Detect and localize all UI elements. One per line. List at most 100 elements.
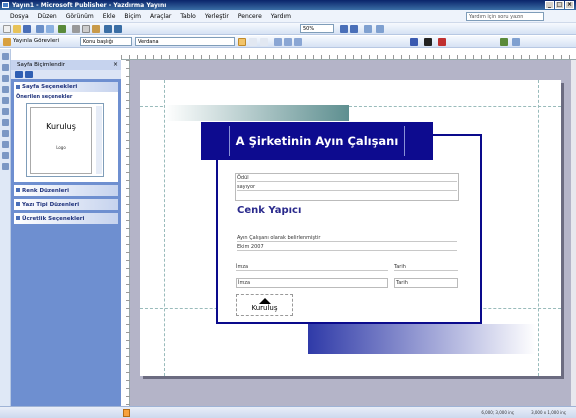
copy-icon[interactable] <box>82 25 90 33</box>
recommended-options-label: Önerilen seçenekler <box>16 94 73 100</box>
autoshapes-tool-icon[interactable] <box>1 152 9 159</box>
special-characters-icon[interactable] <box>364 25 372 33</box>
page-options-header[interactable]: Sayfa Seçenekleri <box>14 82 118 92</box>
zoom-select[interactable]: 50% <box>300 24 334 33</box>
menu-format[interactable]: Biçim <box>124 13 141 20</box>
forward-arrow-icon[interactable] <box>25 71 33 78</box>
line-color-icon[interactable] <box>424 38 432 46</box>
award-label: Ödül <box>237 175 457 182</box>
recipient-label: sayıyor <box>237 184 457 191</box>
gallery-scrollbar[interactable] <box>96 106 102 174</box>
font-schemes-section[interactable]: Yazı Tipi Düzenleri <box>14 199 118 210</box>
menu-table[interactable]: Tablo <box>180 13 196 20</box>
employee-name[interactable]: Cenk Yapıcı <box>237 205 301 216</box>
objects-toolbar <box>0 49 11 406</box>
spelling-icon[interactable] <box>58 25 66 33</box>
horizontal-ruler[interactable] <box>121 49 576 60</box>
vertical-ruler[interactable] <box>121 60 130 406</box>
background-options-section[interactable]: Ücretlik Seçenekleri <box>14 213 118 224</box>
publisher-app-icon <box>2 2 9 8</box>
certificate-title[interactable]: A Şirketinin Ayın Çalışanı <box>201 122 433 160</box>
back-arrow-icon[interactable] <box>15 71 23 78</box>
date-line-1[interactable]: Tarih <box>394 264 458 271</box>
thumbnail-gallery: Kuruluş Logo <box>26 103 104 177</box>
thumbnail-logo-text: Kuruluş <box>46 122 76 131</box>
pointer-tool-icon[interactable] <box>1 53 9 60</box>
menu-arrange[interactable]: Yerleştir <box>205 13 229 20</box>
vertical-scrollbar[interactable] <box>571 60 576 406</box>
task-panes-label[interactable]: Yayınla Görevleri <box>13 38 59 44</box>
menu-tools[interactable]: Araçlar <box>150 13 171 20</box>
save-icon[interactable] <box>23 25 31 33</box>
zoom-in-icon[interactable] <box>350 25 358 33</box>
design-gallery-icon[interactable] <box>1 163 9 170</box>
signature-line-1[interactable]: İmza <box>236 264 388 271</box>
bold-icon[interactable] <box>238 38 246 46</box>
company-logo[interactable]: Kuruluş <box>236 294 293 316</box>
wordart-tool-icon[interactable] <box>1 86 9 93</box>
menu-view[interactable]: Görünüm <box>66 13 94 20</box>
task-pane-close-button[interactable]: × <box>113 61 118 68</box>
task-pane-title[interactable]: Sayfa Biçimlendir <box>17 62 65 68</box>
align-right-icon[interactable] <box>294 38 302 46</box>
teal-accent-bar <box>165 105 349 121</box>
picture-tool-icon[interactable] <box>1 97 9 104</box>
oval-tool-icon[interactable] <box>1 130 9 137</box>
menu-insert[interactable]: Ekle <box>103 13 116 20</box>
rectangle-tool-icon[interactable] <box>1 141 9 148</box>
zoom-out-icon[interactable] <box>340 25 348 33</box>
menu-help[interactable]: Yardım <box>271 13 291 20</box>
company-logo-text: Kuruluş <box>251 304 278 312</box>
logo-thumbnail[interactable]: Kuruluş Logo <box>30 107 92 174</box>
3d-icon[interactable] <box>512 38 520 46</box>
minimize-button[interactable]: _ <box>545 1 554 9</box>
style-select[interactable]: Konu başlığı <box>80 37 132 46</box>
thumbnail-caption: Logo <box>56 145 66 150</box>
color-schemes-section[interactable]: Renk Düzenleri <box>14 185 118 196</box>
print-preview-icon[interactable] <box>46 25 54 33</box>
object-size: 3,000 x 1,000 inç <box>531 410 566 415</box>
align-left-icon[interactable] <box>274 38 282 46</box>
open-icon[interactable] <box>13 25 21 33</box>
text-box-tool-icon[interactable] <box>1 64 9 71</box>
undo-icon[interactable] <box>104 25 112 33</box>
cursor-position: 6,000; 3,000 inç <box>481 410 514 415</box>
ask-question-input[interactable]: Yardım için soru yazın <box>466 12 544 21</box>
help-icon[interactable] <box>376 25 384 33</box>
font-select[interactable]: Verdana <box>135 37 235 46</box>
document-workspace: A Şirketinin Ayın Çalışanı Ödül sayıyor … <box>130 60 571 406</box>
line-tool-icon[interactable] <box>1 108 9 115</box>
task-panes-icon[interactable] <box>3 38 11 46</box>
award-date[interactable]: Ekim 2007 <box>237 244 457 251</box>
award-reason[interactable]: Ayın Çalışanı olarak belirlenmiştir <box>237 235 457 242</box>
signature-line-2: İmza <box>238 280 251 286</box>
window-title: Yayın1 - Microsoft Publisher - Yazdırma … <box>12 1 167 9</box>
maximize-button[interactable]: □ <box>555 1 564 9</box>
task-pane: Sayfa Biçimlendir × Sayfa Seçenekleri Ön… <box>11 60 121 406</box>
formatting-toolbar: Yayınla Görevleri Konu başlığı Verdana <box>0 36 576 48</box>
margin-guide <box>164 80 165 376</box>
cut-icon[interactable] <box>72 25 80 33</box>
redo-icon[interactable] <box>114 25 122 33</box>
close-button[interactable]: × <box>565 1 574 9</box>
table-tool-icon[interactable] <box>1 75 9 82</box>
menu-window[interactable]: Pencere <box>238 13 262 20</box>
shadow-icon[interactable] <box>500 38 508 46</box>
blue-gradient-bar <box>308 324 536 354</box>
menu-file[interactable]: Dosya <box>10 13 29 20</box>
menu-edit[interactable]: Düzen <box>38 13 57 20</box>
arrow-tool-icon[interactable] <box>1 119 9 126</box>
task-pane-header: Sayfa Biçimlendir × <box>11 60 121 70</box>
underline-icon[interactable] <box>260 38 268 46</box>
fill-color-icon[interactable] <box>410 38 418 46</box>
title-bar: Yayın1 - Microsoft Publisher - Yazdırma … <box>0 0 576 10</box>
new-icon[interactable] <box>3 25 11 33</box>
page-navigation-icon[interactable] <box>123 409 130 417</box>
italic-icon[interactable] <box>249 38 257 46</box>
page-options-section: Sayfa Seçenekleri Önerilen seçenekler Ku… <box>14 82 118 182</box>
margin-guide <box>538 80 539 376</box>
paste-icon[interactable] <box>92 25 100 33</box>
font-color-icon[interactable] <box>438 38 446 46</box>
align-center-icon[interactable] <box>284 38 292 46</box>
print-icon[interactable] <box>36 25 44 33</box>
